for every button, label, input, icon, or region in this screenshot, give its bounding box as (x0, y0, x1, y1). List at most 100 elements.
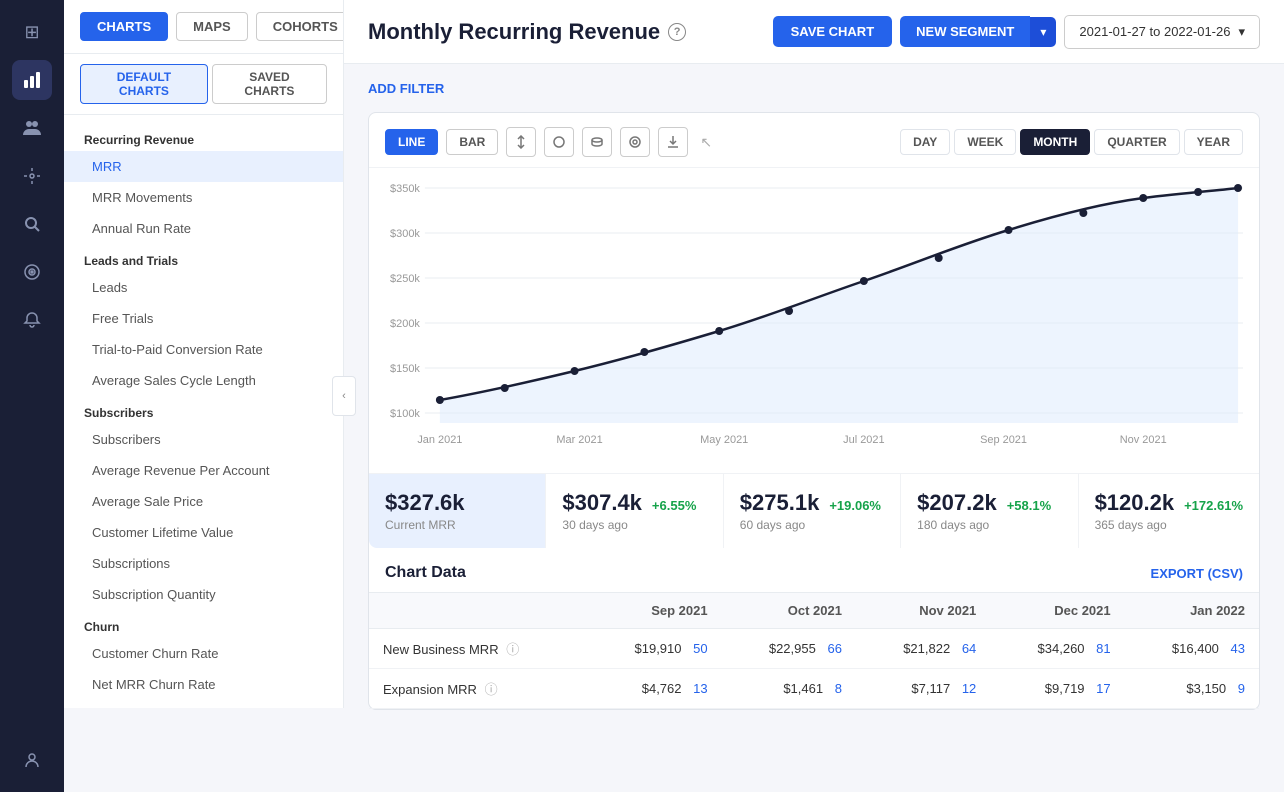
week-period-button[interactable]: WEEK (954, 129, 1016, 155)
svg-text:Mar 2021: Mar 2021 (556, 434, 602, 446)
metric-180d[interactable]: $207.2k +58.1% 180 days ago (901, 474, 1078, 548)
col-header-sep2021: Sep 2021 (587, 593, 721, 629)
cell-jan-value: $16,400 43 (1125, 629, 1259, 669)
metric-current-label: Current MRR (385, 518, 529, 532)
day-period-button[interactable]: DAY (900, 129, 950, 155)
cell-exp-oct-value: $1,461 8 (722, 669, 856, 709)
nav-subscriptions[interactable]: Subscriptions (64, 548, 343, 579)
main-body: ADD FILTER LINE BAR (344, 64, 1284, 792)
year-period-button[interactable]: YEAR (1184, 129, 1243, 155)
target-icon[interactable] (12, 252, 52, 292)
save-chart-button[interactable]: SAVE CHART (773, 16, 893, 47)
sidebar-nav: Recurring Revenue MRR MRR Movements Annu… (64, 115, 343, 708)
metric-current-value: $327.6k (385, 490, 529, 516)
help-icon[interactable]: ? (668, 23, 686, 41)
bar-chart-button[interactable]: BAR (446, 129, 498, 155)
metric-60d[interactable]: $275.1k +19.06% 60 days ago (724, 474, 901, 548)
chart-toolbar: LINE BAR (369, 113, 1259, 168)
nav-subscribers[interactable]: Subscribers (64, 424, 343, 455)
nav-avg-revenue-per-account[interactable]: Average Revenue Per Account (64, 455, 343, 486)
grid-icon[interactable]: ⊞ (12, 12, 52, 52)
search-icon[interactable] (12, 204, 52, 244)
svg-text:May 2021: May 2021 (700, 434, 748, 446)
line-chart-svg: $350k $300k $250k $200k $150k $100k (385, 178, 1243, 458)
notification-icon[interactable] (12, 300, 52, 340)
metric-60d-change: +19.06% (829, 498, 881, 513)
nav-free-trials[interactable]: Free Trials (64, 303, 343, 334)
download-button[interactable] (658, 127, 688, 157)
svg-text:Jul 2021: Jul 2021 (843, 434, 884, 446)
nav-trial-paid[interactable]: Trial-to-Paid Conversion Rate (64, 334, 343, 365)
stack-button[interactable] (582, 127, 612, 157)
svg-text:$250k: $250k (390, 273, 420, 285)
cell-nov-value: $21,822 64 (856, 629, 990, 669)
table-row: Expansion MRR ⓘ $4,762 13 $1,461 8 (369, 669, 1259, 709)
nav-avg-sale-price[interactable]: Average Sale Price (64, 486, 343, 517)
main-header: Monthly Recurring Revenue ? SAVE CHART N… (344, 0, 1284, 64)
collapse-sidebar-button[interactable]: ‹ (332, 376, 356, 416)
filter-tabs: DEFAULT CHARTS SAVED CHARTS (64, 54, 343, 115)
nav-net-mrr-churn[interactable]: Net MRR Churn Rate (64, 669, 343, 700)
cell-dec-value: $34,260 81 (990, 629, 1124, 669)
section-churn: Churn (64, 610, 343, 638)
metrics-row: $327.6k Current MRR $307.4k +6.55% 30 da… (369, 473, 1259, 548)
svg-text:$350k: $350k (390, 183, 420, 195)
metric-30d-label: 30 days ago (562, 518, 706, 532)
cohorts-tab[interactable]: COHORTS (256, 12, 344, 41)
nav-customer-churn[interactable]: Customer Churn Rate (64, 638, 343, 669)
saved-charts-tab[interactable]: SAVED CHARTS (212, 64, 327, 104)
metric-365d-value: $120.2k (1095, 490, 1175, 516)
main-content: Monthly Recurring Revenue ? SAVE CHART N… (344, 0, 1284, 792)
metric-30d-change: +6.55% (652, 498, 696, 513)
chart-card: LINE BAR (368, 112, 1260, 710)
row-label-expansion: Expansion MRR ⓘ (369, 669, 587, 709)
charts-tab[interactable]: CHARTS (80, 12, 168, 41)
metric-180d-value: $207.2k (917, 490, 997, 516)
export-csv-link[interactable]: EXPORT (CSV) (1151, 566, 1243, 581)
section-leads-trials: Leads and Trials (64, 244, 343, 272)
svg-text:$150k: $150k (390, 363, 420, 375)
nav-customer-lifetime[interactable]: Customer Lifetime Value (64, 517, 343, 548)
quarter-period-button[interactable]: QUARTER (1094, 129, 1179, 155)
row-info-icon[interactable]: ⓘ (506, 642, 519, 657)
target-button[interactable] (620, 127, 650, 157)
nav-subscription-qty[interactable]: Subscription Quantity (64, 579, 343, 610)
new-segment-group: NEW SEGMENT ▾ (900, 16, 1056, 47)
metric-30d[interactable]: $307.4k +6.55% 30 days ago (546, 474, 723, 548)
people-icon[interactable] (12, 108, 52, 148)
nav-leads[interactable]: Leads (64, 272, 343, 303)
axis-toggle-button[interactable] (506, 127, 536, 157)
metric-365d[interactable]: $120.2k +172.61% 365 days ago (1079, 474, 1259, 548)
nav-mrr-movements[interactable]: MRR Movements (64, 182, 343, 213)
data-table: Sep 2021 Oct 2021 Nov 2021 Dec 2021 Jan … (369, 592, 1259, 709)
nav-annual-run-rate[interactable]: Annual Run Rate (64, 213, 343, 244)
svg-text:$200k: $200k (390, 318, 420, 330)
col-header-jan2022: Jan 2022 (1125, 593, 1259, 629)
user-icon[interactable] (12, 740, 52, 780)
metric-180d-label: 180 days ago (917, 518, 1061, 532)
date-range-chevron: ▾ (1238, 24, 1245, 40)
metric-365d-change: +172.61% (1184, 498, 1243, 513)
chart-area: $350k $300k $250k $200k $150k $100k (369, 168, 1259, 463)
nav-avg-sales-cycle[interactable]: Average Sales Cycle Length (64, 365, 343, 396)
default-charts-tab[interactable]: DEFAULT CHARTS (80, 64, 208, 104)
add-filter-bar: ADD FILTER (368, 80, 1260, 98)
row-info-icon-2[interactable]: ⓘ (485, 682, 498, 697)
header-actions: SAVE CHART NEW SEGMENT ▾ 2021-01-27 to 2… (773, 15, 1260, 49)
svg-text:$100k: $100k (390, 408, 420, 420)
date-range-button[interactable]: 2021-01-27 to 2022-01-26 ▾ (1064, 15, 1260, 49)
new-segment-dropdown[interactable]: ▾ (1030, 17, 1056, 47)
add-filter-link[interactable]: ADD FILTER (368, 81, 444, 96)
line-chart-button[interactable]: LINE (385, 129, 438, 155)
integrations-icon[interactable] (12, 156, 52, 196)
nav-mrr[interactable]: MRR (64, 151, 343, 182)
metric-current[interactable]: $327.6k Current MRR (369, 474, 546, 548)
month-period-button[interactable]: MONTH (1020, 129, 1090, 155)
shape-button[interactable] (544, 127, 574, 157)
chart-bar-icon[interactable] (12, 60, 52, 100)
new-segment-button[interactable]: NEW SEGMENT (900, 16, 1030, 47)
sidebar: CHARTS MAPS COHORTS DEFAULT CHARTS SAVED… (64, 0, 344, 708)
col-header-dec2021: Dec 2021 (990, 593, 1124, 629)
cursor-indicator: ↖ (700, 134, 712, 151)
maps-tab[interactable]: MAPS (176, 12, 248, 41)
